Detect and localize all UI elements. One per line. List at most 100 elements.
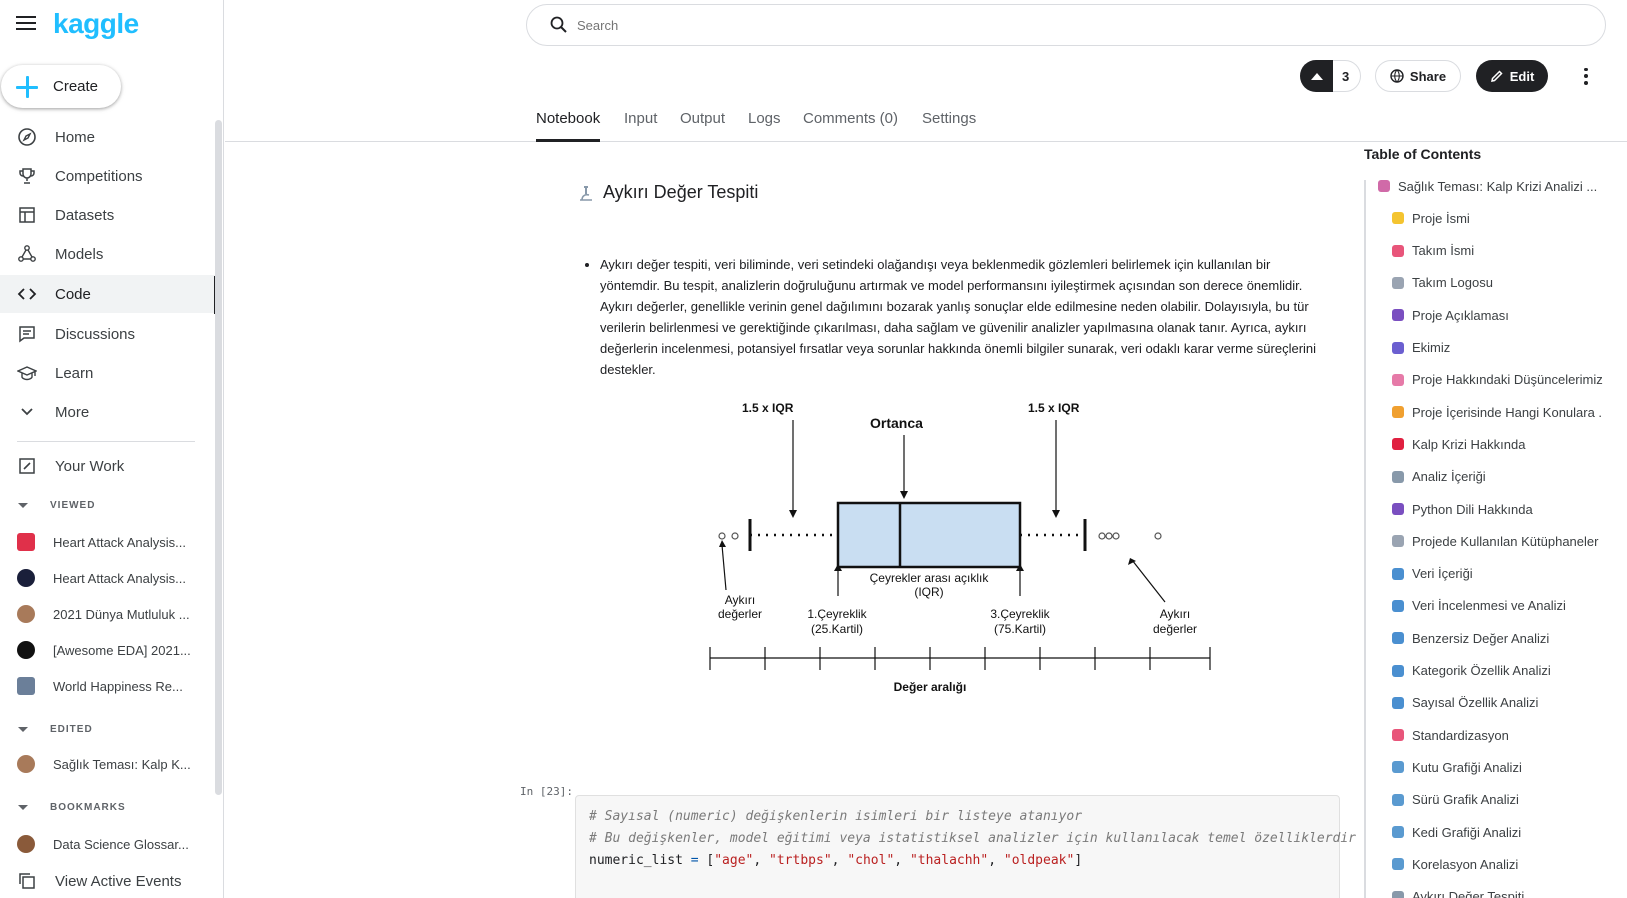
tab-logs[interactable]: Logs	[748, 110, 781, 142]
viewed-item[interactable]: Heart Attack Analysis...	[0, 563, 216, 593]
more-options-icon[interactable]	[1576, 66, 1596, 86]
bookmarks-section-toggle[interactable]: BOOKMARKS	[18, 802, 126, 813]
viewed-item-label: 2021 Dünya Mutluluk ...	[53, 606, 190, 622]
toc-item-label: Kalp Krizi Hakkında	[1412, 436, 1526, 452]
tab-settings[interactable]: Settings	[922, 110, 976, 142]
toc-item[interactable]: Takım Logosu	[1392, 271, 1493, 295]
emoji-icon	[1392, 632, 1404, 645]
copy-icon	[17, 871, 37, 891]
emoji-icon	[1392, 276, 1404, 289]
viewed-item[interactable]: Heart Attack Analysis...	[0, 527, 216, 557]
viewed-item[interactable]: 2021 Dünya Mutluluk ...	[0, 599, 216, 629]
hamburger-menu-icon[interactable]	[16, 16, 36, 32]
toc-item[interactable]: Python Dili Hakkında	[1392, 497, 1533, 521]
bookmarks-section-label: BOOKMARKS	[50, 802, 126, 813]
create-label: Create	[53, 78, 99, 95]
emoji-icon	[1392, 373, 1404, 386]
avatar	[17, 605, 35, 623]
kaggle-logo[interactable]: kaggle	[53, 8, 139, 40]
create-button[interactable]: Create	[1, 65, 121, 108]
tab-input[interactable]: Input	[624, 110, 657, 142]
discussion-icon	[17, 324, 37, 344]
toc-item-label: Proje Açıklaması	[1412, 307, 1509, 323]
viewed-section-toggle[interactable]: VIEWED	[18, 500, 95, 511]
toc-item[interactable]: Korelasyon Analizi	[1392, 852, 1518, 876]
nav-learn[interactable]: Learn	[0, 354, 216, 392]
toc-item[interactable]: Kategorik Özellik Analizi	[1392, 659, 1551, 683]
toc-item[interactable]: Proje Açıklaması	[1392, 303, 1509, 327]
q1-text: 1.Çeyreklik	[807, 607, 867, 621]
toc-item[interactable]: Analiz İçeriği	[1392, 465, 1486, 489]
edit-button[interactable]: Edit	[1476, 60, 1548, 92]
toc-item-label: Proje İsmi	[1412, 210, 1470, 226]
search-icon	[549, 15, 569, 35]
microscope-icon	[577, 184, 595, 202]
toc-item[interactable]: Kedi Grafiği Analizi	[1392, 820, 1521, 844]
cell-prompt: In [23]:	[520, 785, 573, 798]
toc-item[interactable]: Veri İncelenmesi ve Analizi	[1392, 594, 1566, 618]
toc-item-label: Projede Kullanılan Kütüphaneler	[1412, 533, 1599, 549]
toc-item[interactable]: Sağlık Teması: Kalp Krizi Analizi ...	[1378, 174, 1597, 198]
toc-item[interactable]: Veri İçeriği	[1392, 562, 1473, 586]
plus-icon	[15, 75, 39, 99]
viewed-item-label: World Happiness Re...	[53, 678, 183, 694]
tab-notebook[interactable]: Notebook	[536, 110, 601, 142]
bookmark-item-label: Data Science Glossar...	[53, 836, 189, 852]
nav-code[interactable]: Code	[0, 275, 216, 313]
toc-item[interactable]: Benzersiz Değer Analizi	[1392, 626, 1549, 650]
toc-item[interactable]: Projede Kullanılan Kütüphaneler	[1392, 529, 1598, 553]
bookmark-item[interactable]: Data Science Glossar...	[0, 829, 216, 859]
nav-models[interactable]: Models	[0, 235, 216, 273]
toc-item[interactable]: Sayısal Özellik Analizi	[1392, 691, 1538, 715]
emoji-icon	[1392, 890, 1404, 898]
code-comment: # Bu değişkenler, model eğitimi veya ist…	[589, 831, 1357, 846]
nav-more[interactable]: More	[0, 393, 216, 431]
tab-output[interactable]: Output	[680, 110, 725, 142]
nav-competitions[interactable]: Competitions	[0, 157, 216, 195]
section-heading-text: Aykırı Değer Tespiti	[603, 182, 759, 202]
toc-item[interactable]: Sürü Grafik Analizi	[1392, 788, 1519, 812]
code-cell[interactable]: # Sayısal (numeric) değişkenlerin isimle…	[575, 795, 1356, 898]
toc-item-label: Python Dili Hakkında	[1412, 501, 1533, 517]
nav-discussions[interactable]: Discussions	[0, 315, 216, 353]
toc-item[interactable]: Aykırı Değer Tespiti	[1392, 885, 1524, 898]
edited-section-toggle[interactable]: EDITED	[18, 724, 93, 735]
axis-label: Değer aralığı	[894, 680, 967, 694]
notebook-thumbnail	[17, 569, 35, 587]
toc-item[interactable]: Kutu Grafiği Analizi	[1392, 755, 1522, 779]
share-button[interactable]: Share	[1375, 60, 1461, 92]
search-input[interactable]	[577, 17, 1477, 33]
emoji-icon	[1392, 761, 1404, 774]
toc-item[interactable]: Standardizasyon	[1392, 723, 1509, 747]
sidebar-scrollbar[interactable]	[215, 120, 222, 795]
toc-item[interactable]: Proje İçerisinde Hangi Konulara .	[1392, 400, 1602, 424]
viewed-section-label: VIEWED	[50, 500, 96, 511]
toc-item[interactable]: Takım İsmi	[1392, 239, 1474, 263]
nav-home[interactable]: Home	[0, 118, 216, 156]
toc-item[interactable]: Ekimiz	[1392, 336, 1450, 360]
notebook-tabs: Notebook Input Output Logs Comments (0) …	[225, 100, 1627, 142]
q1-text: (25.Kartil)	[811, 622, 863, 636]
search-bar[interactable]	[526, 4, 1606, 46]
outlier-left-text: değerler	[718, 607, 762, 621]
toc-item[interactable]: Kalp Krizi Hakkında	[1392, 432, 1525, 456]
tab-comments[interactable]: Comments (0)	[803, 110, 898, 142]
emoji-icon	[1392, 309, 1404, 322]
emoji-icon	[1392, 535, 1404, 548]
toc-item[interactable]: Proje Hakkındaki Düşüncelerimiz	[1392, 368, 1603, 392]
emoji-icon	[1392, 567, 1404, 580]
upvote-arrow-icon	[1300, 60, 1333, 92]
edit-note-icon	[17, 456, 37, 476]
nav-datasets[interactable]: Datasets	[0, 196, 216, 234]
toc-item-label: Proje İçerisinde Hangi Konulara .	[1412, 404, 1603, 420]
nav-your-work[interactable]: Your Work	[0, 447, 216, 485]
emoji-icon	[1392, 793, 1404, 806]
viewed-item[interactable]: World Happiness Re...	[0, 671, 216, 701]
toc-item[interactable]: Proje İsmi	[1392, 206, 1470, 230]
edited-item[interactable]: Sağlık Teması: Kalp K...	[0, 749, 216, 779]
viewed-item[interactable]: [Awesome EDA] 2021...	[0, 635, 216, 665]
nav-discussions-label: Discussions	[55, 325, 136, 343]
upvote-button[interactable]: 3	[1300, 60, 1361, 92]
emoji-icon	[1392, 599, 1404, 612]
nav-view-active-events[interactable]: View Active Events	[0, 862, 216, 898]
